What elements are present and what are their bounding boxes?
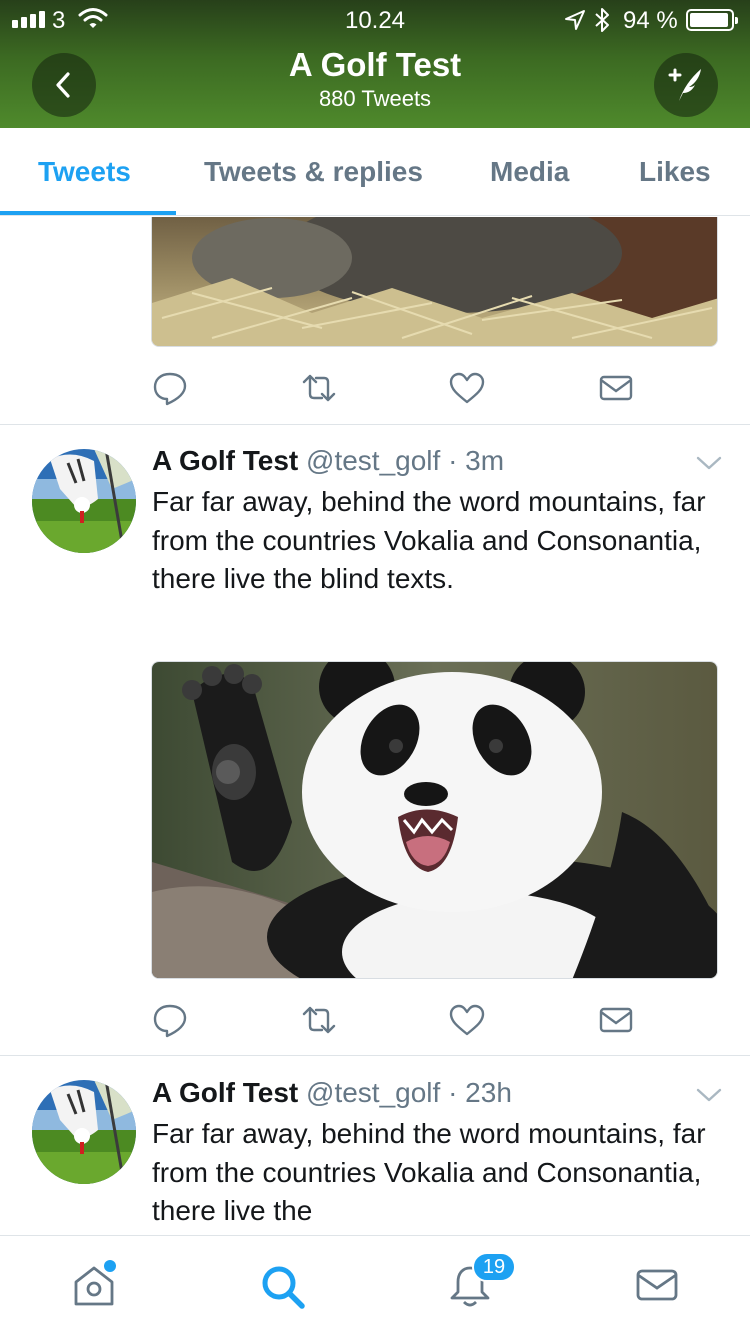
like-icon[interactable] — [449, 370, 485, 406]
search-icon[interactable] — [260, 1264, 306, 1310]
like-icon[interactable] — [449, 1002, 485, 1038]
tweet-timestamp: · 3m — [448, 445, 505, 476]
tweet-count: 880 Tweets — [318, 86, 432, 111]
direct-message-icon[interactable] — [598, 1002, 634, 1038]
notifications-badge: 19 — [472, 1252, 516, 1282]
reply-icon[interactable] — [152, 370, 188, 406]
location-arrow-icon — [565, 10, 585, 30]
tweet-author-name[interactable]: A Golf Test — [152, 445, 298, 476]
bluetooth-icon — [595, 8, 609, 32]
tweet-author-handle: @test_golf — [306, 445, 441, 476]
tweet-header: A Golf Test @test_golf · 23h — [152, 1077, 512, 1109]
profile-screen: 3 10.24 94 % A Golf Test 880 Tweets Twee… — [0, 0, 750, 1334]
tab-media[interactable]: Media — [490, 156, 569, 188]
tab-tweets-and-replies[interactable]: Tweets & replies — [204, 156, 423, 188]
profile-header: 3 10.24 94 % A Golf Test 880 Tweets — [0, 0, 750, 128]
golf-avatar-image — [32, 449, 136, 553]
compose-tweet-icon — [668, 68, 701, 101]
tweet-media-image[interactable] — [151, 217, 718, 347]
compose-tweet-button[interactable] — [654, 53, 718, 117]
reply-icon[interactable] — [152, 1002, 188, 1038]
profile-title: A Golf Test — [288, 46, 462, 83]
retweet-icon[interactable] — [301, 1002, 337, 1038]
tweet-timestamp: · 23h — [448, 1077, 512, 1108]
golf-avatar-image — [32, 1080, 136, 1184]
messages-icon[interactable] — [636, 1264, 678, 1306]
direct-message-icon[interactable] — [598, 370, 634, 406]
retweet-icon[interactable] — [301, 370, 337, 406]
tweet-author-name[interactable]: A Golf Test — [152, 1077, 298, 1108]
animal-in-straw-image — [152, 217, 717, 346]
tweet-text: Far far away, behind the word mountains,… — [152, 1118, 706, 1227]
tweet-header: A Golf Test @test_golf · 3m — [152, 445, 504, 477]
battery-percentage: 94 % — [623, 7, 678, 34]
bottom-tab-bar: 19 — [0, 1235, 750, 1334]
tab-tweets[interactable]: Tweets — [38, 156, 131, 188]
caret-down-icon[interactable] — [696, 1087, 722, 1103]
tweet-text: Far far away, behind the word mountains,… — [152, 486, 706, 595]
profile-tabs: Tweets Tweets & replies Media Likes — [0, 128, 750, 216]
avatar[interactable] — [32, 1080, 136, 1184]
tweet-divider — [0, 1055, 750, 1056]
tweet-feed[interactable]: A Golf Test @test_golf · 3m Far far away… — [0, 217, 750, 1235]
tweet-divider — [0, 424, 750, 425]
tab-likes[interactable]: Likes — [639, 156, 711, 188]
panda-photo — [152, 662, 717, 978]
tweet-author-handle: @test_golf — [306, 1077, 441, 1108]
status-bar: 3 10.24 94 % — [0, 0, 750, 40]
active-tab-indicator — [0, 211, 176, 215]
battery-icon — [686, 9, 738, 31]
caret-down-icon[interactable] — [696, 455, 722, 471]
new-content-dot — [104, 1260, 116, 1272]
avatar[interactable] — [32, 449, 136, 553]
tweet-media-image[interactable] — [151, 661, 718, 979]
